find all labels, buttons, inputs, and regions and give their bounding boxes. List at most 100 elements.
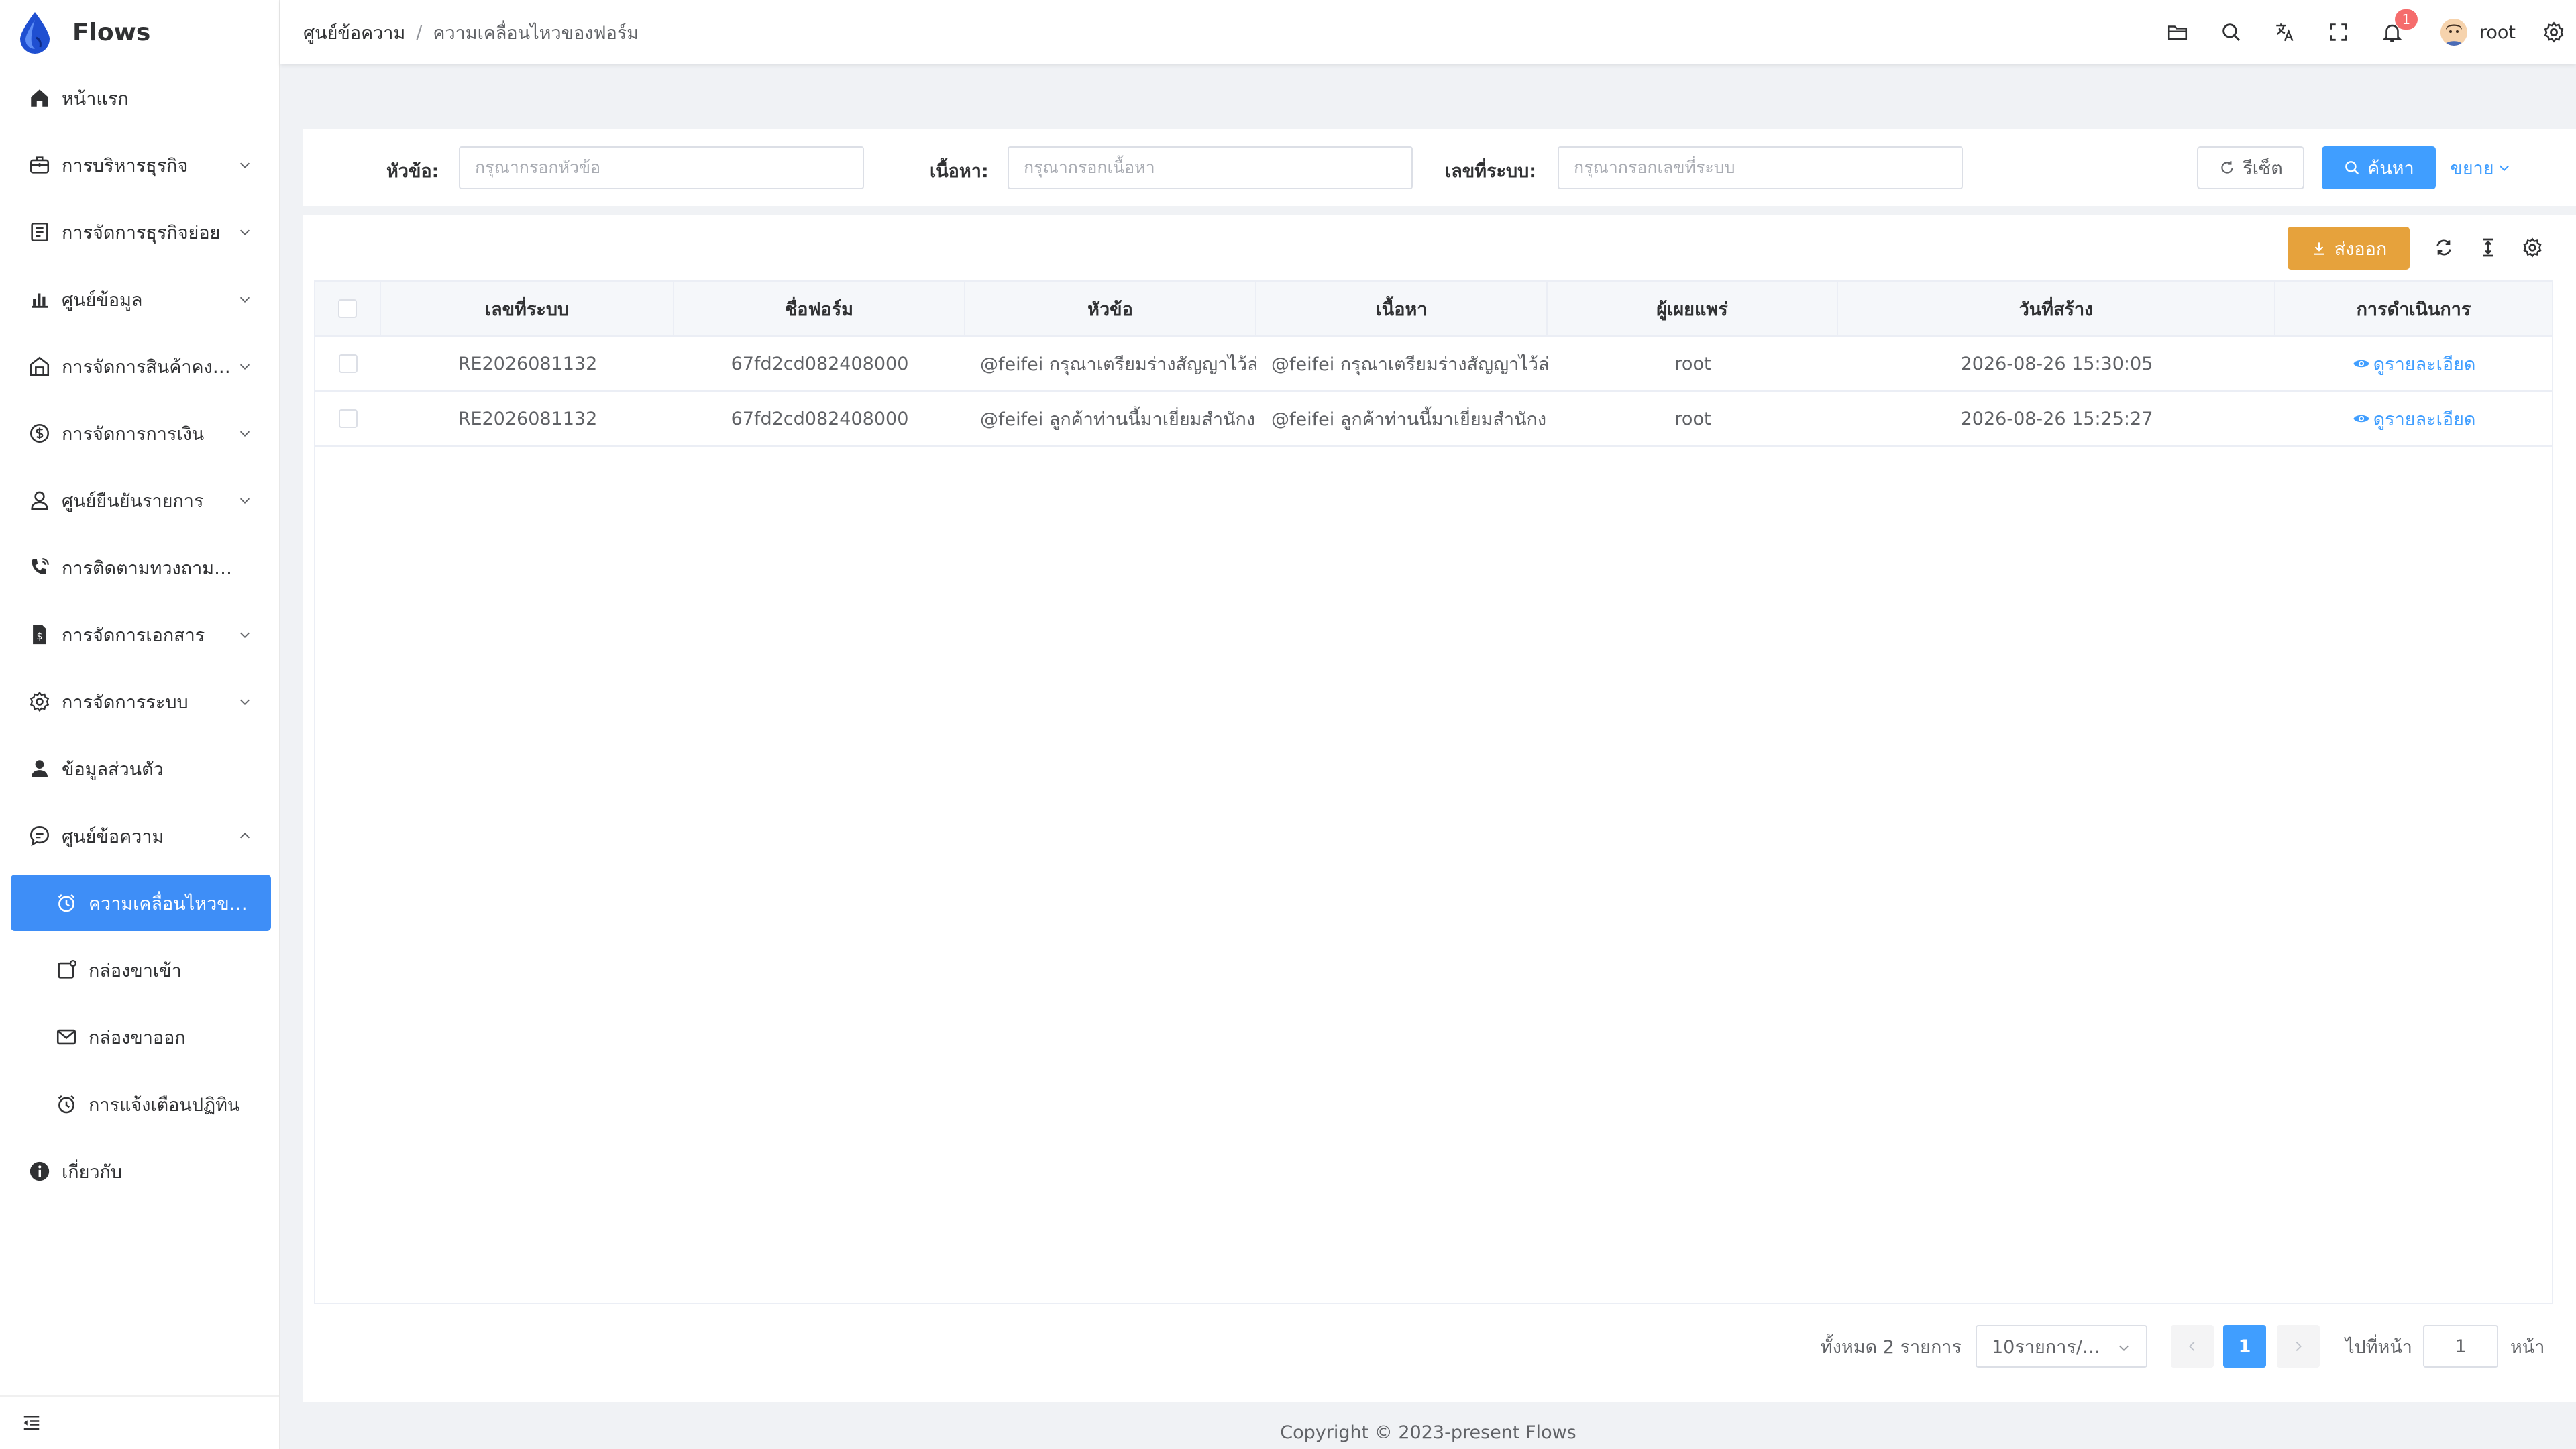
table-settings-button[interactable] [2516, 231, 2549, 264]
user-icon [31, 760, 48, 777]
column-header[interactable]: การดำเนินการ [2275, 282, 2552, 335]
bar-chart-icon [32, 293, 48, 308]
table-row: RE2026081132 67fd2cd082408000 @feifei ลู… [315, 392, 2552, 447]
alarm-clock-icon [58, 894, 75, 912]
sidebar-item-message-center[interactable]: ศูนย์ข้อความ [11, 808, 271, 864]
settings-button[interactable] [2532, 0, 2576, 64]
column-header[interactable]: เนื้อหา [1256, 282, 1548, 335]
notification-badge: 1 [2394, 9, 2418, 30]
sidebar-item-about[interactable]: เกี่ยวกับ [11, 1143, 271, 1199]
gear-icon [30, 691, 50, 712]
cell-title: @feifei กรุณาเตรียมร่างสัญญาไว้ล่ว [980, 354, 1256, 375]
sidebar-item-label: การแจ้งเตือนปฏิทิน [89, 1094, 240, 1116]
view-details-link[interactable]: ดูรายละเอียด [2352, 405, 2475, 433]
money-circle-icon [30, 423, 50, 443]
select-all-cell [315, 282, 381, 335]
fullscreen-icon [2330, 23, 2347, 41]
column-header[interactable]: เลขที่ระบบ [381, 282, 674, 335]
row-select-cell [315, 337, 381, 390]
expand-filters-button[interactable]: ขยาย [2447, 146, 2514, 189]
column-header[interactable]: ชื่อฟอร์ม [674, 282, 965, 335]
chevron-down-icon [239, 297, 250, 303]
expand-button-label: ขยาย [2450, 158, 2494, 179]
sidebar-item-label: ศูนย์ยืนยันรายการ [62, 490, 204, 512]
select-all-checkbox[interactable] [338, 299, 357, 318]
chat-icon [30, 826, 50, 847]
column-header[interactable]: หัวข้อ [965, 282, 1256, 335]
goto-unit: หน้า [2510, 1336, 2545, 1358]
document-list-icon [31, 222, 48, 242]
language-button[interactable] [2258, 0, 2312, 64]
sidebar-item-label: การจัดการการเงิน [62, 423, 205, 445]
sidebar-item-label: กล่องขาออก [89, 1027, 186, 1049]
page-size-select[interactable]: 10รายการ/หน้า [1976, 1325, 2147, 1368]
fullscreen-button[interactable] [2312, 0, 2365, 64]
chevron-down-icon [239, 229, 250, 235]
sidebar-item-inbox[interactable]: กล่องขาเข้า [11, 942, 271, 998]
cell-form: 67fd2cd082408000 [731, 353, 909, 374]
page-number[interactable]: 1 [2223, 1325, 2266, 1368]
sidebar-item-confirmation[interactable]: ศูนย์ยืนยันรายการ [11, 472, 271, 529]
sidebar-collapse-toggle[interactable] [0, 1395, 279, 1449]
title-input[interactable]: กรุณากรอกหัวข้อ [459, 146, 864, 189]
sidebar-item-label: การจัดการสินค้าคงคลัง [62, 356, 236, 378]
sidebar-item-documents[interactable]: $ การจัดการเอกสาร [11, 606, 271, 663]
row-checkbox[interactable] [339, 409, 358, 428]
sidebar-item-outbox[interactable]: กล่องขาออก [11, 1009, 271, 1065]
sidebar-item-business-management[interactable]: การบริหารธุรกิจ [11, 137, 271, 193]
sidebar-item-inventory[interactable]: การจัดการสินค้าคงคลัง [11, 338, 271, 394]
chevron-right-icon [2296, 1341, 2302, 1352]
chevron-left-icon [2189, 1341, 2195, 1352]
folder-button[interactable] [2151, 0, 2204, 64]
sidebar-item-label: หน้าแรก [62, 88, 129, 109]
sidebar-item-home[interactable]: หน้าแรก [11, 70, 271, 126]
export-button[interactable]: ส่งออก [2288, 227, 2410, 270]
search-submit-button[interactable]: ค้นหา [2322, 146, 2436, 189]
user-menu[interactable]: root [2440, 19, 2516, 46]
copyright-footer: Copyright © 2023-present Flows [1280, 1422, 1576, 1443]
notification-button[interactable]: 1 [2365, 0, 2419, 64]
refresh-table-button[interactable] [2427, 231, 2461, 264]
folder-icon [2167, 25, 2187, 40]
table-header-row: เลขที่ระบบ ชื่อฟอร์ม หัวข้อ เนื้อหา ผู้เ… [315, 282, 2552, 337]
sysno-input[interactable]: กรุณากรอกเลขที่ระบบ [1558, 146, 1963, 189]
app-logo[interactable]: Flows [0, 0, 279, 64]
row-checkbox[interactable] [339, 354, 358, 373]
row-select-cell [315, 392, 381, 445]
column-height-button[interactable] [2471, 231, 2505, 264]
column-header[interactable]: วันที่สร้าง [1838, 282, 2275, 335]
cell-created: 2026-08-26 15:25:27 [1960, 408, 2153, 429]
column-header[interactable]: ผู้เผยแพร่ [1548, 282, 1838, 335]
sidebar-item-calendar-reminder[interactable]: การแจ้งเตือนปฏิทิน [11, 1076, 271, 1132]
breadcrumb-current: ความเคลื่อนไหวของฟอร์ม [433, 22, 639, 44]
search-form: หัวข้อ: กรุณากรอกหัวข้อ เนื้อหา: กรุณากร… [303, 129, 2576, 206]
search-button[interactable] [2204, 0, 2258, 64]
sidebar-item-label: การติดตามทวงถามหนี้ [62, 557, 236, 579]
content-input[interactable]: กรุณากรอกเนื้อหา [1008, 146, 1413, 189]
next-page-button[interactable] [2277, 1325, 2320, 1368]
search-button-label: ค้นหา [2367, 158, 2414, 179]
search-icon [2222, 23, 2241, 42]
chevron-down-icon [239, 162, 250, 168]
column-height-icon [2483, 238, 2493, 257]
sidebar-item-system[interactable]: การจัดการระบบ [11, 674, 271, 730]
download-icon [2314, 242, 2324, 255]
alarm-clock-icon [58, 1095, 75, 1114]
breadcrumb-parent[interactable]: ศูนย์ข้อความ [303, 18, 405, 47]
table-panel: ส่งออก เลขที่ระบบ ชื่อฟอร์ม หัวข้อ เนื้อ… [303, 215, 2576, 1402]
view-details-link[interactable]: ดูรายละเอียด [2352, 350, 2475, 378]
sidebar-item-form-activity[interactable]: ความเคลื่อนไหวของฟอร์ม [11, 875, 271, 931]
sidebar-item-data-center[interactable]: ศูนย์ข้อมูล [11, 271, 271, 327]
sidebar-item-finance[interactable]: การจัดการการเงิน [11, 405, 271, 462]
cell-sysno: RE2026081132 [458, 353, 598, 374]
reset-button[interactable]: รีเซ็ต [2197, 146, 2304, 189]
goto-page-input[interactable]: 1 [2423, 1325, 2498, 1368]
prev-page-button[interactable] [2171, 1325, 2214, 1368]
sidebar-item-sub-business[interactable]: การจัดการธุรกิจย่อย [11, 204, 271, 260]
sidebar-item-label: การจัดการธุรกิจย่อย [62, 222, 221, 244]
content-field-label: เนื้อหา: [930, 161, 989, 182]
sidebar-item-profile[interactable]: ข้อมูลส่วนตัว [11, 741, 271, 797]
cell-title: @feifei ลูกค้าท่านนี้มาเยี่ยมสำนักงา [980, 409, 1256, 430]
sidebar-item-debt-collection[interactable]: การติดตามทวงถามหนี้ [11, 539, 271, 596]
cell-publisher: root [1674, 408, 1711, 429]
